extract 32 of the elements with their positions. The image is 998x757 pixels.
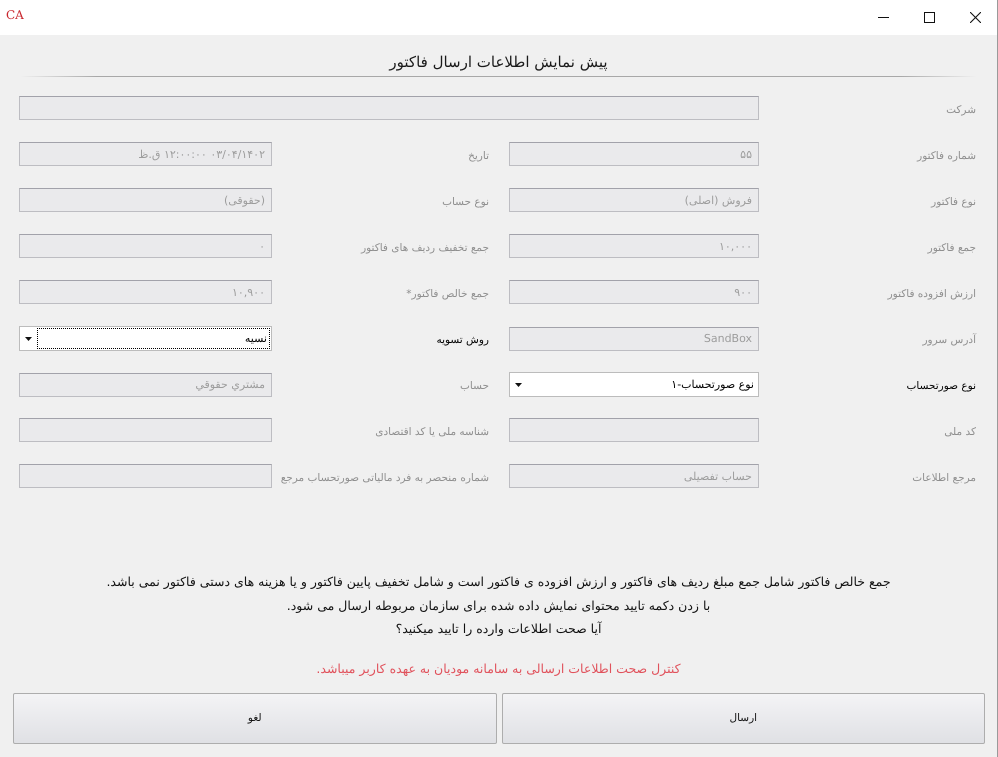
caret-icon — [25, 336, 32, 340]
field-label: شرکت — [946, 102, 976, 116]
field-label: شماره منحصر به فرد مالیاتی صورتحساب مرجع — [280, 470, 489, 484]
dropdown[interactable]: نسیه — [19, 326, 272, 351]
field-label: نوع فاکتور — [931, 194, 976, 208]
send-button[interactable]: ارسال — [502, 692, 985, 744]
warning-text: کنترل صحت اطلاعات ارسالی به سامانه مودیان به عهده کاربر میباشد. — [315, 660, 682, 678]
field-label: حساب — [460, 379, 489, 392]
field-label: جمع خالص فاکتور* — [406, 286, 489, 300]
field-label: مرجع اطلاعات — [912, 470, 976, 484]
field-label: جمع تخفیف ردیف های فاکتور — [361, 240, 489, 254]
field-label: آدرس سرور — [922, 332, 976, 346]
field-label: کد ملی — [944, 424, 976, 438]
field-label: جمع فاکتور — [928, 240, 976, 254]
cancel-button[interactable]: لغو — [13, 692, 496, 744]
info-text: آیا صحت اطلاعات وارده را تایید میکنید؟ — [394, 620, 603, 638]
maximize-icon[interactable] — [924, 12, 934, 23]
info-text: با زدن دکمه تایید محتوای نمایش داده شده برای سازمان مربوطه ارسال می شود. — [286, 596, 712, 615]
field-label: نوع صورتحساب — [906, 379, 976, 392]
dialog-heading: پیش نمایش اطلاعات ارسال فاکتور — [388, 52, 609, 72]
app-logo: CA — [6, 8, 24, 22]
field-label: ارزش افزوده فاکتور — [888, 286, 976, 300]
info-text: جمع خالص فاکتور شامل جمع مبلغ ردیف های فاکتور و ارزش افزوده ی فاکتور است و شامل تخفیف پایین فاکتور و یا هزینه های دستی فاکتور نمی باشد. — [105, 573, 892, 591]
field-label: شناسه ملی یا کد اقتصادی — [375, 424, 489, 438]
field-label: روش تسویه — [436, 333, 489, 346]
field-label: نوع حساب — [442, 194, 489, 208]
field-label: تاریخ — [468, 148, 489, 162]
dropdown[interactable]: نوع صورتحساب-۱ — [509, 372, 759, 397]
close-icon[interactable] — [970, 12, 980, 23]
field-label: شماره فاکتور — [917, 148, 976, 162]
minimize-icon[interactable] — [878, 17, 888, 18]
caret-icon — [515, 382, 522, 386]
